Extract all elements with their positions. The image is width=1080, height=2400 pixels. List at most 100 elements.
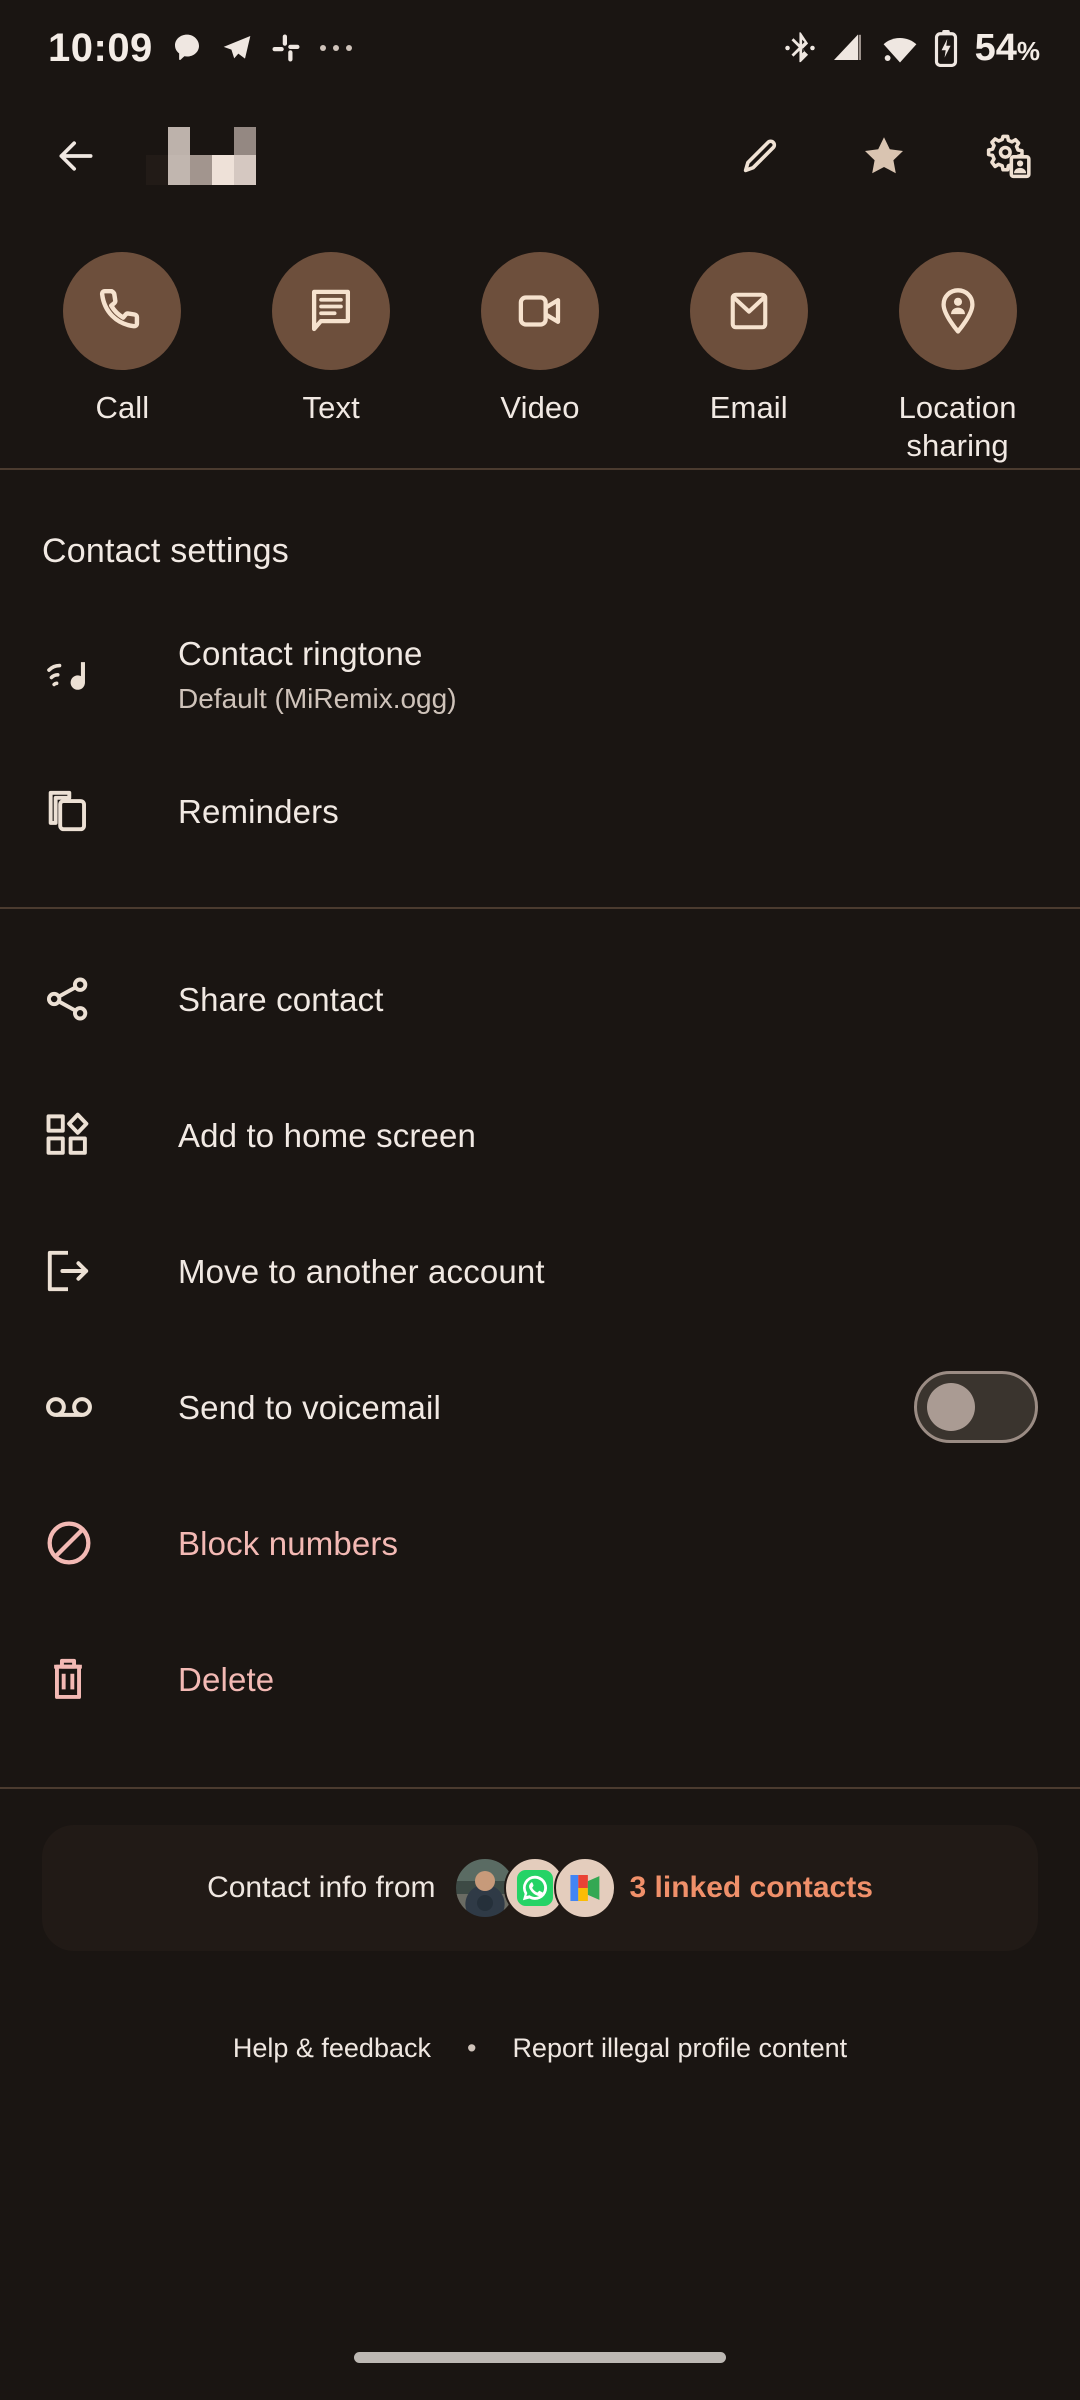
more-notifications-icon <box>319 45 352 51</box>
row-block-numbers[interactable]: Block numbers <box>0 1475 1080 1611</box>
linked-source-avatars <box>453 1857 616 1919</box>
row-text-wrap: Block numbers <box>138 1523 1038 1564</box>
phone-icon <box>100 288 140 329</box>
block-icon <box>47 1521 91 1565</box>
back-button[interactable] <box>40 120 112 192</box>
move-out-icon <box>47 1250 89 1292</box>
linked-contacts-card[interactable]: Contact info from 3 linked contacts <box>42 1825 1038 1951</box>
quick-action-call[interactable]: Call <box>24 252 220 427</box>
row-add-to-home-screen[interactable]: Add to home screen <box>0 1067 1080 1203</box>
row-icon-wrap <box>42 1109 138 1161</box>
battery-percentage: 54% <box>974 26 1040 69</box>
row-icon-wrap <box>42 1516 138 1570</box>
row-share-contact[interactable]: Share contact <box>0 931 1080 1067</box>
quick-action-text[interactable]: Text <box>233 252 429 427</box>
quick-action-label: Video <box>500 390 580 425</box>
quick-action-location-sharing[interactable]: Location sharing <box>860 252 1056 465</box>
row-text-wrap: Contact ringtone Default (MiRemix.ogg) <box>138 633 1038 717</box>
row-title: Delete <box>178 1660 275 1698</box>
row-send-to-voicemail[interactable]: Send to voicemail <box>0 1339 1080 1475</box>
status-bar-clock: 10:09 <box>48 25 153 70</box>
toggle-knob <box>927 1383 975 1431</box>
bluetooth-icon <box>784 32 815 63</box>
manage-accounts-icon <box>986 134 1031 179</box>
ringtone-icon <box>47 653 85 690</box>
widgets-icon <box>46 1112 89 1155</box>
share-icon <box>46 977 88 1021</box>
status-bar-left: 10:09 <box>48 26 353 71</box>
google-contacts-icon <box>569 1874 599 1902</box>
row-text-wrap: Delete <box>138 1659 1038 1700</box>
app-bar <box>0 96 1080 216</box>
location-pin-icon <box>941 288 975 334</box>
row-move-to-another-account[interactable]: Move to another account <box>0 1203 1080 1339</box>
edit-contact-button[interactable] <box>724 120 796 192</box>
row-delete-contact[interactable]: Delete <box>0 1611 1080 1747</box>
row-trailing-wrap <box>914 1371 1038 1443</box>
telegram-icon <box>223 36 251 59</box>
back-arrow-icon <box>59 141 93 171</box>
row-title: Move to another account <box>178 1252 545 1290</box>
voicemail-icon <box>46 1397 92 1417</box>
linked-contacts-count-link[interactable]: 3 linked contacts <box>630 1871 873 1905</box>
send-to-voicemail-toggle[interactable] <box>914 1371 1038 1443</box>
contact-name-redacted <box>146 127 256 185</box>
call-button-circle <box>63 252 182 370</box>
app-bar-actions <box>724 120 1044 192</box>
footer-links: Help & feedback • Report illegal profile… <box>0 1951 1080 2064</box>
row-title: Send to voicemail <box>178 1388 442 1426</box>
row-text-wrap: Move to another account <box>138 1251 1038 1292</box>
row-text-wrap: Send to voicemail <box>138 1387 914 1428</box>
quick-action-label: Call <box>95 390 150 425</box>
contact-settings-section: Contact settings Contact ringtone Defaul… <box>0 470 1080 879</box>
quick-action-video[interactable]: Video <box>442 252 638 427</box>
google-contacts-avatar <box>553 1857 616 1919</box>
gesture-nav-bar <box>0 2314 1080 2400</box>
status-bar-right: 54% <box>783 27 1040 70</box>
reminders-icon <box>48 790 86 832</box>
row-title: Reminders <box>178 792 339 830</box>
row-contact-ringtone[interactable]: Contact ringtone Default (MiRemix.ogg) <box>0 607 1080 743</box>
contact-info-from-label: Contact info from <box>207 1871 436 1904</box>
row-title: Contact ringtone <box>178 635 423 672</box>
quick-action-label: Location sharing <box>898 390 1017 463</box>
trash-icon <box>54 1658 82 1699</box>
row-title: Share contact <box>178 980 384 1018</box>
chat-bubble-icon <box>174 34 199 60</box>
row-icon-wrap <box>42 785 138 837</box>
wifi-icon <box>883 37 916 63</box>
cellular-signal-icon <box>833 34 861 60</box>
battery-charging-icon <box>934 29 957 67</box>
quick-action-label: Text <box>302 390 360 425</box>
email-button-circle <box>689 252 808 370</box>
location-sharing-button-circle <box>898 252 1017 370</box>
home-gesture-pill[interactable] <box>354 2351 726 2363</box>
contact-actions-section: Share contact Add to home screen Move to… <box>0 909 1080 1747</box>
video-camera-icon <box>518 295 561 327</box>
row-title: Block numbers <box>178 1524 399 1562</box>
contact-settings-button[interactable] <box>972 120 1044 192</box>
contact-settings-heading: Contact settings <box>42 532 289 570</box>
row-text-wrap: Add to home screen <box>138 1115 1038 1156</box>
status-bar: 10:09 54% <box>0 0 1080 96</box>
row-icon-wrap <box>42 648 138 702</box>
whatsapp-icon <box>516 1869 553 1907</box>
row-icon-wrap <box>42 1380 138 1434</box>
text-button-circle <box>272 252 391 370</box>
quick-action-email[interactable]: Email <box>651 252 847 427</box>
slack-icon <box>272 34 300 62</box>
app-bar-left <box>40 120 724 192</box>
favorite-button[interactable] <box>848 120 920 192</box>
quick-action-label: Email <box>709 390 788 425</box>
row-reminders[interactable]: Reminders <box>0 743 1080 879</box>
help-and-feedback-link[interactable]: Help & feedback <box>233 2033 431 2064</box>
mail-icon <box>730 292 768 330</box>
quick-actions-row: Call Text Video Email Location sharing <box>0 216 1080 468</box>
row-text-wrap: Reminders <box>138 791 1038 832</box>
message-icon <box>312 289 351 332</box>
footer-separator: • <box>466 2033 477 2063</box>
linked-contacts-wrap: Contact info from 3 linked contacts <box>0 1789 1080 1951</box>
report-illegal-profile-content-link[interactable]: Report illegal profile content <box>512 2033 847 2064</box>
contact-details-screen: 10:09 54% Call Text Video Email Location… <box>0 0 1080 2400</box>
row-title: Add to home screen <box>178 1116 477 1154</box>
